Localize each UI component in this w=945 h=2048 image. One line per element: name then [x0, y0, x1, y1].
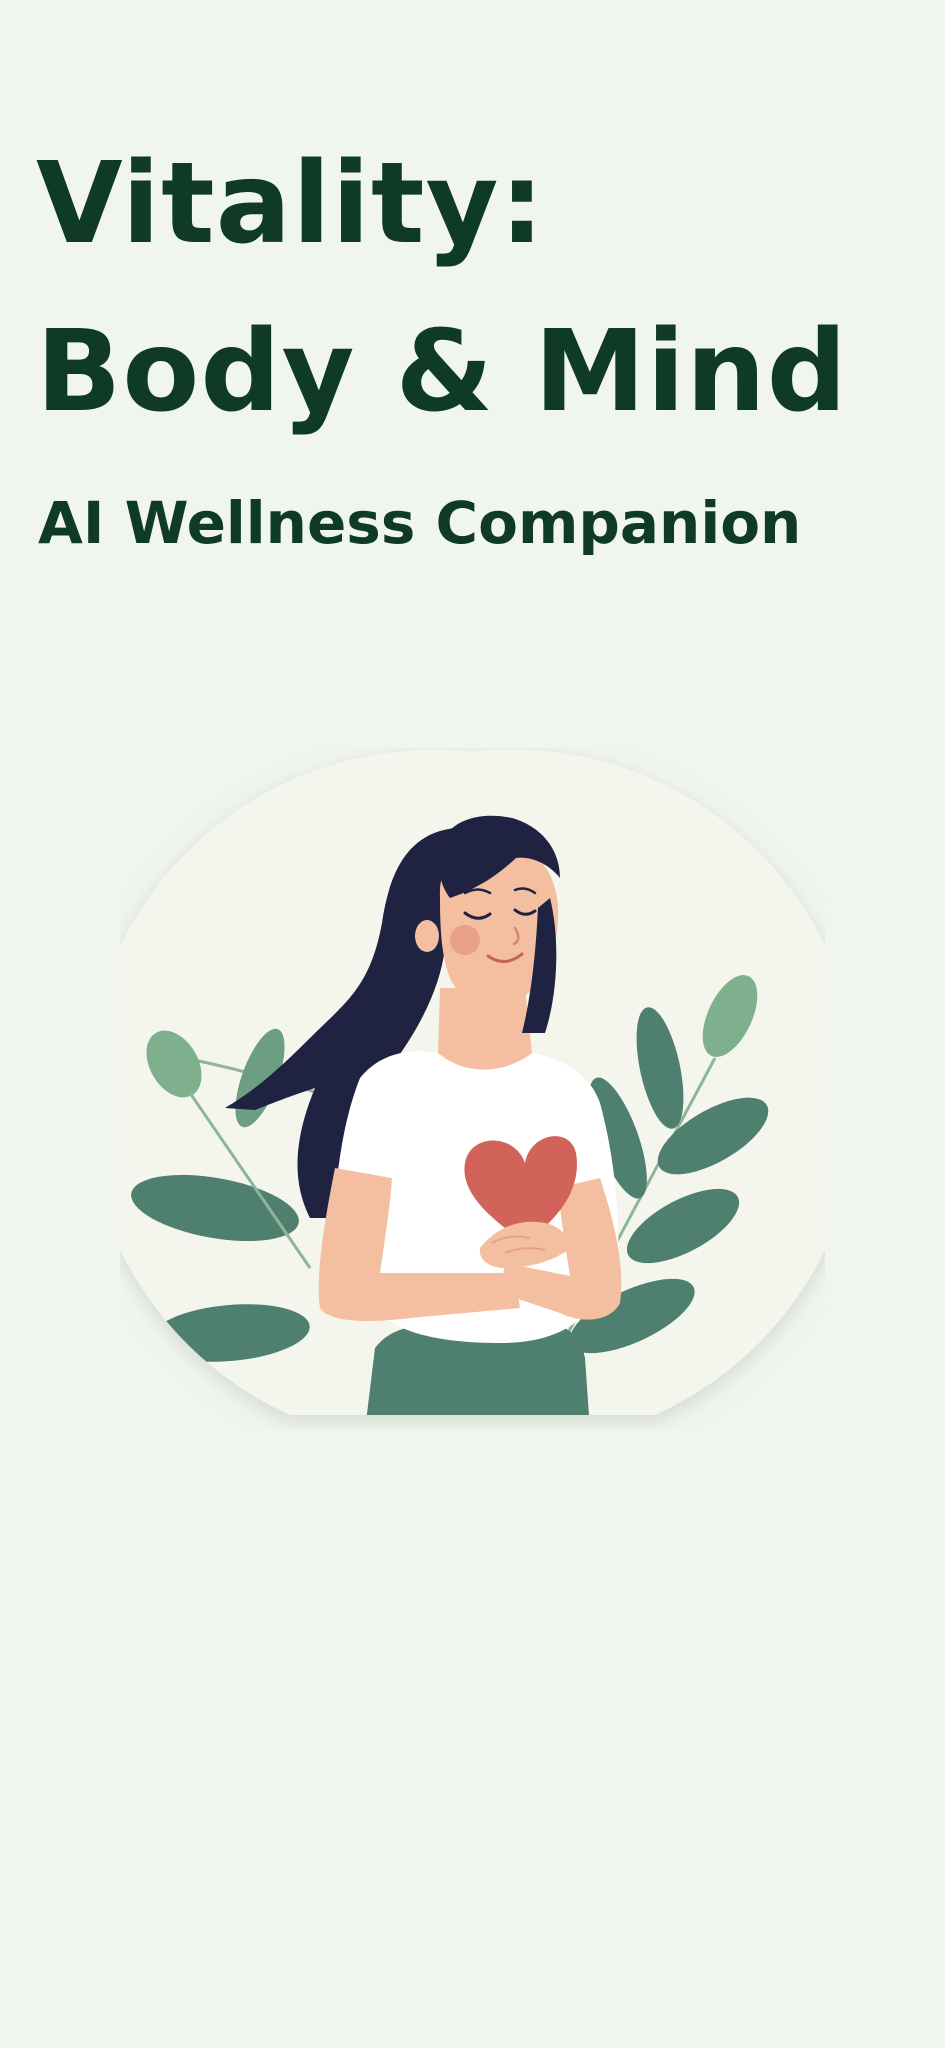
ear	[415, 920, 439, 952]
cheek	[450, 925, 480, 955]
title-line-2: Body & Mind	[36, 307, 848, 437]
app-subtitle: AI Wellness Companion	[38, 489, 802, 557]
title-line-1: Vitality:	[36, 139, 546, 269]
woman-hugging-heart-illustration-icon	[85, 749, 861, 1415]
wellness-illustration	[85, 748, 861, 1430]
app-title: Vitality: Body & Mind	[36, 120, 916, 456]
